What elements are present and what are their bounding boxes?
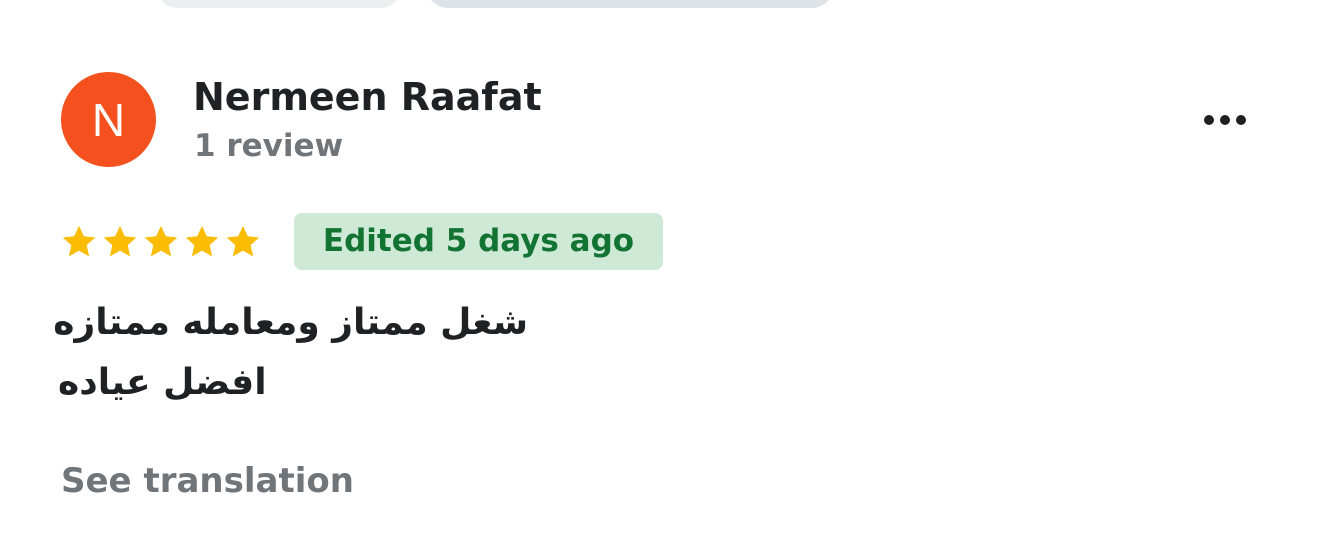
review-text-line: شغل ممتاز ومعامله ممتازه — [53, 302, 528, 343]
star-rating — [60, 219, 262, 265]
star-icon — [103, 225, 137, 257]
star-icon — [185, 225, 219, 257]
star-icon — [226, 225, 260, 257]
more-horizontal-icon — [1204, 115, 1246, 125]
see-translation-link[interactable]: See translation — [61, 459, 354, 503]
star-icon — [144, 225, 178, 257]
review-text: شغل ممتاز ومعامله ممتازه افضل عياده — [53, 293, 528, 413]
star-icon — [62, 225, 96, 257]
reviewer-review-count: 1 review — [194, 128, 344, 164]
filter-chip-row — [0, 0, 1320, 10]
more-options-button[interactable] — [1192, 100, 1258, 140]
edited-badge: Edited 5 days ago — [294, 213, 663, 270]
filter-chip[interactable] — [156, 0, 402, 8]
filter-chip-selected[interactable] — [426, 0, 834, 8]
avatar-initial: N — [91, 93, 126, 146]
avatar[interactable]: N — [61, 72, 156, 167]
review-text-line: افضل عياده — [58, 362, 267, 403]
reviewer-name[interactable]: Nermeen Raafat — [193, 74, 542, 120]
